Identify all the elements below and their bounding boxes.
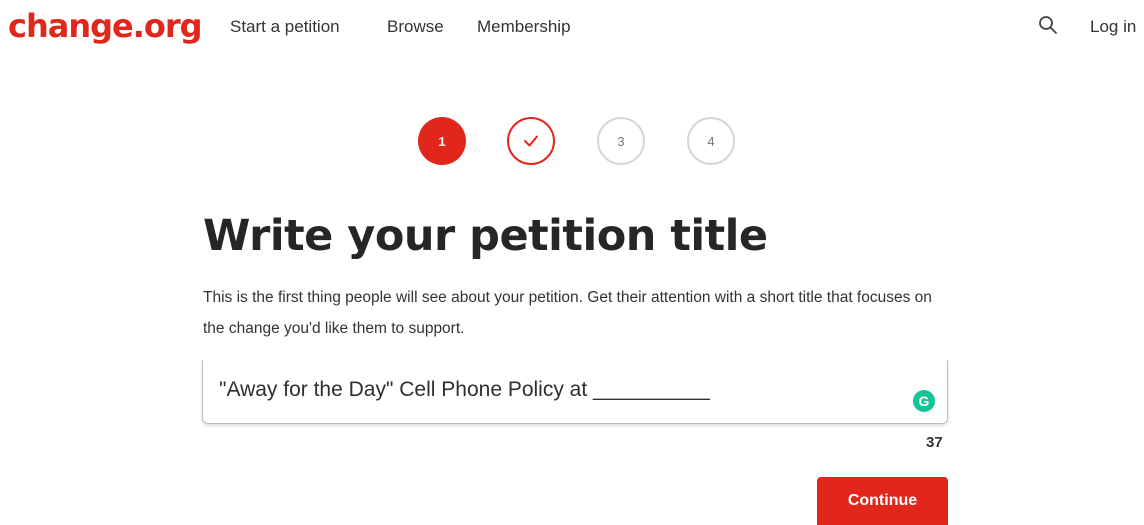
page-title: Write your petition title	[203, 211, 768, 261]
grammarly-icon[interactable]: G	[913, 390, 935, 412]
petition-title-input[interactable]: "Away for the Day" Cell Phone Policy at …	[202, 360, 948, 424]
nav-browse[interactable]: Browse	[387, 16, 444, 38]
nav-start-petition[interactable]: Start a petition	[230, 16, 340, 38]
login-link[interactable]: Log in	[1090, 16, 1136, 38]
page: change.org Start a petition Browse Membe…	[0, 0, 1144, 525]
check-icon	[524, 135, 538, 147]
change-org-logo[interactable]: change.org	[8, 6, 203, 46]
step-4-label: 4	[707, 133, 715, 149]
step-3-label: 3	[617, 133, 625, 149]
step-1: 1	[418, 117, 466, 165]
step-3: 3	[597, 117, 645, 165]
character-count: 37	[926, 434, 943, 451]
search-icon[interactable]	[1037, 14, 1059, 36]
step-2-completed	[507, 117, 555, 165]
continue-button[interactable]: Continue	[817, 477, 948, 525]
step-1-label: 1	[438, 133, 446, 149]
step-4: 4	[687, 117, 735, 165]
nav-membership[interactable]: Membership	[477, 16, 571, 38]
page-description: This is the first thing people will see …	[203, 289, 932, 337]
